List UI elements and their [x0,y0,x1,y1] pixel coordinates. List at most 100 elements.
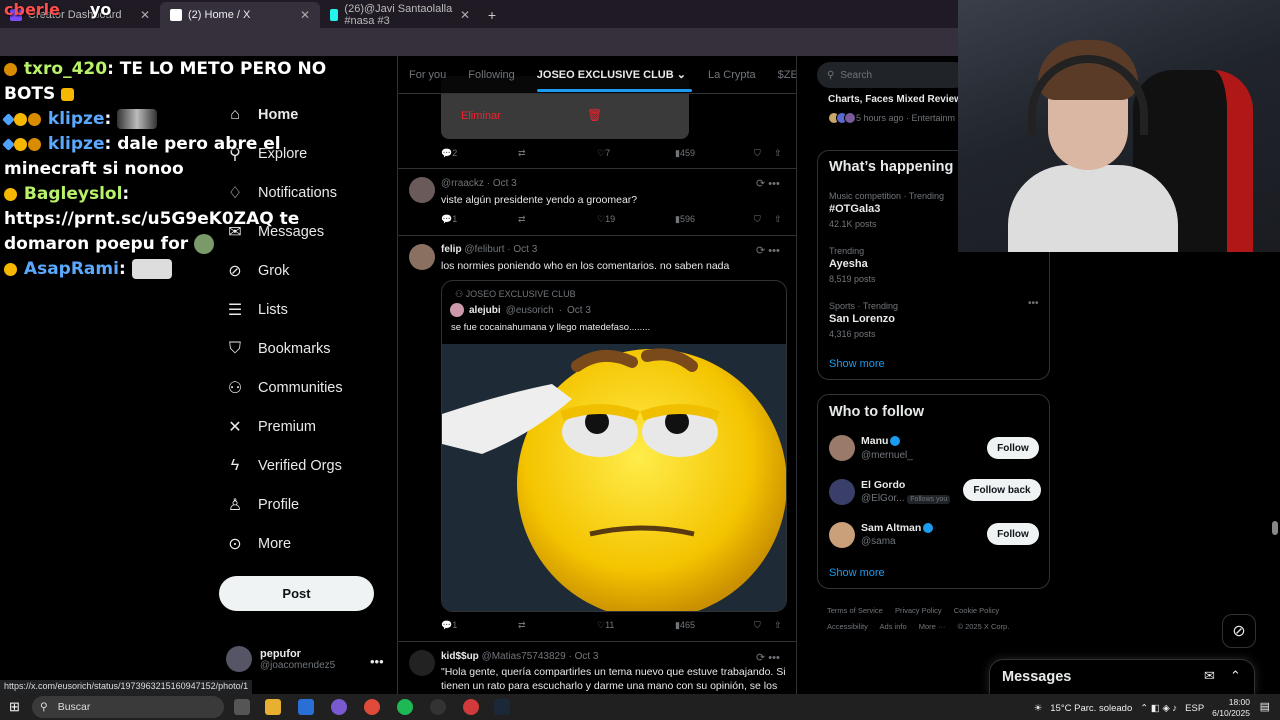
show-more-link[interactable]: Show more [829,567,885,579]
grok-floating-button[interactable]: ⊘ [1222,614,1256,648]
messages-drawer[interactable]: Messages ✉ ⌃ [989,659,1255,694]
search-input[interactable]: ⚲ Search [817,62,967,88]
crown-icon [14,137,27,151]
app-icon[interactable] [331,699,347,715]
tab-following[interactable]: Following [468,69,514,81]
avatar[interactable] [829,522,855,548]
trend-name[interactable]: San Lorenzo [829,313,895,325]
nav-communities[interactable]: ⚇ Communities [226,379,343,397]
menu-item-delete[interactable]: Eliminar [461,110,501,122]
like-button[interactable]: ♡ 19 [597,214,615,225]
clock[interactable]: 18:00 6/10/2025 [1212,697,1250,719]
close-icon[interactable]: ✕ [140,8,150,22]
nav-profile[interactable]: ♙ Profile [226,496,299,514]
show-more-link[interactable]: Show more [829,358,885,370]
views-button[interactable]: ▮ 465 [675,620,695,631]
bookmark-button[interactable]: ⛉ [754,214,761,225]
spotify-icon[interactable] [397,699,413,715]
follow-name[interactable]: El Gordo [861,479,905,491]
store-icon[interactable] [298,699,314,715]
close-icon[interactable]: ✕ [460,8,470,22]
footer-link[interactable]: Accessibility [827,622,868,631]
footer-link[interactable]: Privacy Policy [895,606,942,615]
tab-zeus[interactable]: $ZEUS Pe [778,69,796,81]
repost-button[interactable]: ⇄ [518,214,526,225]
person-icon: ♙ [227,497,243,514]
nav-lists[interactable]: ☰ Lists [226,301,288,319]
streamer-body [1008,165,1178,252]
follow-name[interactable]: Sam Altman [861,522,934,534]
tray-icons[interactable]: ⌃ ◧ ◈ ♪ [1140,703,1177,714]
nav-verified-orgs[interactable]: ϟ Verified Orgs [226,457,342,475]
avatar[interactable] [829,479,855,505]
follow-handle: @mernuel_ [861,450,913,461]
avatar[interactable] [829,435,855,461]
scrollbar-thumb[interactable] [1272,521,1278,535]
tab-joseo-exclusive-club[interactable]: JOSEO EXCLUSIVE CLUB ⌄ [536,68,693,92]
compose-message-icon[interactable]: ✉ [1204,668,1215,684]
tab-for-you[interactable]: For you [409,69,446,81]
grok-icon[interactable]: ⟳ ••• [756,244,780,257]
weather-icon: ☀ [1033,702,1043,714]
nav-bookmarks[interactable]: ⛉ Bookmarks [226,340,331,358]
follow-name[interactable]: Manu [861,435,901,447]
task-view-icon[interactable] [234,699,250,715]
like-button[interactable]: ♡ 7 [597,148,610,159]
footer-link[interactable]: Cookie Policy [954,606,999,615]
account-switcher[interactable]: pepufor @joacomendez5 [226,646,335,672]
app-icon[interactable] [463,699,479,715]
weather-text[interactable]: 15°C Parc. soleado [1050,703,1132,714]
grok-icon[interactable]: ⟳ ••• [756,177,780,190]
reply-button[interactable]: 💬 1 [441,620,457,631]
notification-icon[interactable]: ▤ [1260,700,1270,713]
reply-button[interactable]: 💬 1 [441,214,457,225]
bookmark-button[interactable]: ⛉ [754,620,761,631]
taskbar-search[interactable]: ⚲ Buscar [32,696,224,718]
follow-button[interactable]: Follow [987,523,1039,545]
repost-button[interactable]: ⇄ [518,148,526,159]
avatar[interactable] [409,650,435,676]
divider [398,641,796,642]
footer-link[interactable]: Ads info [880,622,907,631]
repost-button[interactable]: ⇄ [518,620,526,631]
avatar[interactable] [409,177,435,203]
footer-link[interactable]: More ··· [919,622,946,631]
nav-premium[interactable]: ✕ Premium [226,418,316,436]
grok-icon[interactable]: ⟳ ••• [756,651,780,664]
chrome-icon[interactable] [364,699,380,715]
nav-more[interactable]: ⊙ More [226,535,291,553]
file-explorer-icon[interactable] [265,699,281,715]
steam-icon[interactable] [494,699,510,715]
follow-button[interactable]: Follow [987,437,1039,459]
like-button[interactable]: ♡ 11 [597,620,614,631]
trend-name[interactable]: #OTGala3 [829,203,880,215]
tweet-media-image[interactable] [442,344,786,611]
language-indicator[interactable]: ESP [1185,703,1204,714]
footer-link[interactable]: Terms of Service [827,606,883,615]
bookmark-button[interactable]: ⛉ [754,148,761,159]
follow-back-button[interactable]: Follow back [963,479,1041,501]
chevron-up-icon[interactable]: ⌃ [1230,668,1241,684]
obs-icon[interactable] [430,699,446,715]
trend-name[interactable]: Ayesha [829,258,868,270]
x-logo-icon [170,9,182,21]
browser-tab[interactable]: (26)@Javi Santaolalla #nasa #3 ✕ [320,2,480,28]
share-button[interactable]: ⇧ [774,620,782,631]
close-icon[interactable]: ✕ [300,8,310,22]
reply-button[interactable]: 💬 2 [441,148,457,159]
more-horizontal-icon[interactable]: ••• [1028,298,1039,309]
browser-tab-active[interactable]: (2) Home / X ✕ [160,2,320,28]
chevron-down-icon: ⌄ [676,69,686,81]
more-horizontal-icon[interactable]: ••• [370,654,384,669]
views-button[interactable]: ▮ 596 [675,214,695,225]
share-button[interactable]: ⇧ [774,148,782,159]
new-tab-button[interactable]: + [480,2,504,28]
views-button[interactable]: ▮ 459 [675,148,695,159]
trend-headline[interactable]: Charts, Faces Mixed Reviews [828,94,968,105]
share-button[interactable]: ⇧ [774,214,782,225]
tab-la-crypta[interactable]: La Crypta [708,69,756,81]
windows-start-icon[interactable]: ⊞ [9,699,20,715]
avatar[interactable] [409,244,435,270]
quoted-tweet[interactable]: ⚇ JOSEO EXCLUSIVE CLUB alejubi @eusorich ·… [441,280,787,612]
post-button[interactable]: Post [219,576,374,611]
